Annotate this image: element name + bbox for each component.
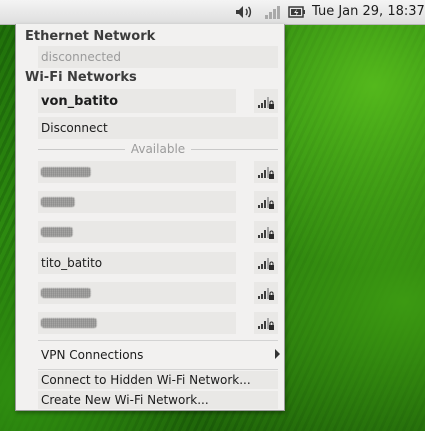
ethernet-status-row: disconnected: [38, 46, 278, 68]
create-network-label: Create New Wi-Fi Network...: [41, 393, 209, 407]
wifi-signal-lock-icon: [254, 161, 278, 183]
obscured-ssid: [41, 227, 73, 237]
ethernet-header: Ethernet Network: [25, 29, 156, 44]
obscured-ssid: [41, 197, 75, 207]
wifi-network-item[interactable]: [38, 191, 236, 213]
network-ssid: tito_batito: [41, 256, 103, 270]
wifi-signal-lock-icon: [254, 282, 278, 304]
wifi-signal-lock-icon: [254, 252, 278, 274]
hidden-network-label: Connect to Hidden Wi-Fi Network...: [41, 373, 251, 387]
wifi-network-item[interactable]: [38, 312, 236, 334]
vpn-connections-submenu[interactable]: VPN Connections: [38, 344, 280, 366]
network-ssid: von_batito: [41, 93, 119, 109]
clock[interactable]: Tue Jan 29, 18:37: [312, 4, 425, 20]
obscured-ssid: [41, 167, 91, 177]
wifi-signal-lock-icon: [254, 221, 278, 243]
available-label: Available: [130, 142, 186, 156]
wifi-network-connected[interactable]: von_batito: [38, 89, 236, 113]
network-menu: Ethernet Network disconnected Wi-Fi Netw…: [15, 24, 285, 411]
battery-icon[interactable]: [288, 4, 306, 20]
ethernet-status: disconnected: [41, 50, 122, 64]
volume-icon[interactable]: [235, 4, 255, 20]
wifi-network-item[interactable]: [38, 161, 236, 183]
wifi-signal-lock-icon: [254, 89, 278, 113]
wifi-signal-lock-icon: [254, 191, 278, 213]
wifi-signal-lock-icon: [254, 312, 278, 334]
connect-hidden-network-button[interactable]: Connect to Hidden Wi-Fi Network...: [38, 371, 278, 389]
wifi-network-item[interactable]: [38, 221, 236, 243]
menu-separator: [38, 369, 278, 370]
wifi-network-item[interactable]: [38, 282, 236, 304]
disconnect-label: Disconnect: [41, 121, 108, 135]
wifi-header: Wi-Fi Networks: [25, 70, 137, 85]
vpn-label: VPN Connections: [41, 348, 144, 362]
signal-icon[interactable]: [264, 4, 280, 20]
obscured-ssid: [41, 288, 91, 298]
menu-separator: [38, 340, 278, 341]
top-panel: Tue Jan 29, 18:37: [0, 0, 425, 25]
obscured-ssid: [41, 318, 97, 328]
submenu-arrow-icon: [275, 349, 280, 359]
create-network-button[interactable]: Create New Wi-Fi Network...: [38, 391, 278, 409]
disconnect-button[interactable]: Disconnect: [38, 117, 278, 139]
available-separator: Available: [38, 142, 279, 156]
wifi-network-item[interactable]: tito_batito: [38, 252, 236, 274]
